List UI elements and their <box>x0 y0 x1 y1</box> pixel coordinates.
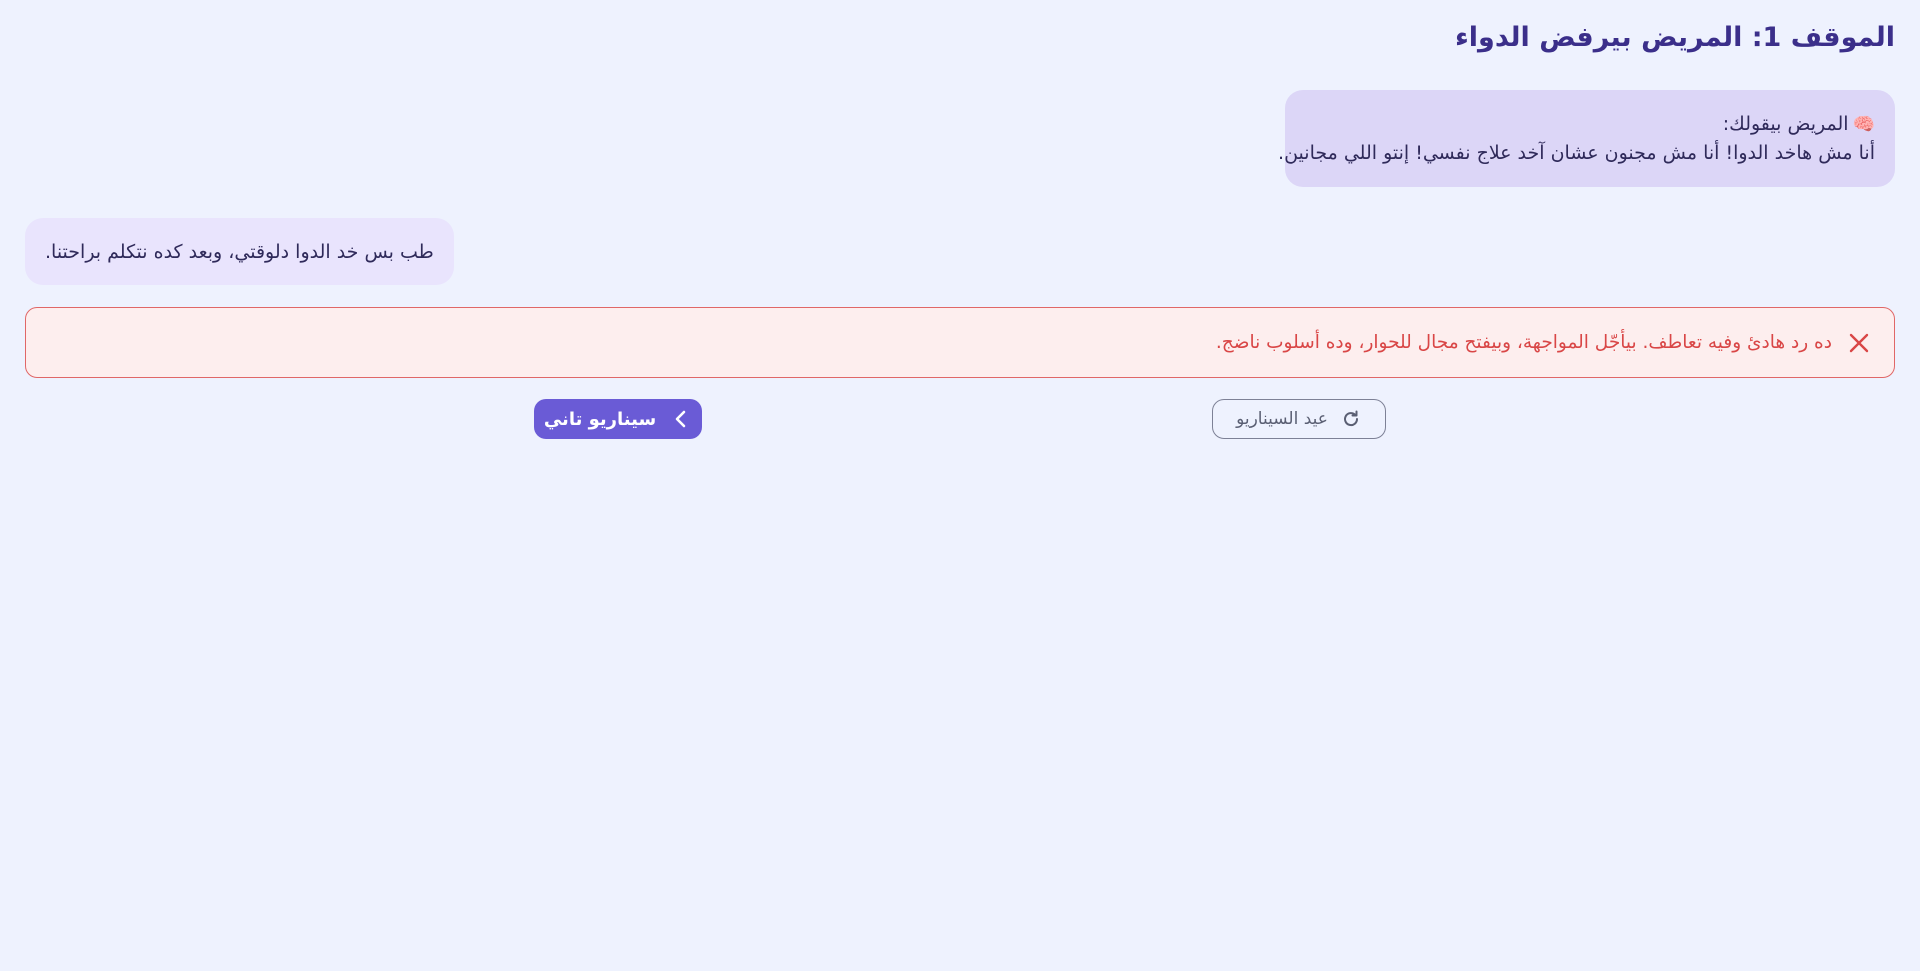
close-icon <box>1846 330 1872 356</box>
chevron-left-icon <box>670 408 692 430</box>
page-title: الموقف 1: المريض بيرفض الدواء <box>1454 22 1895 53</box>
patient-message-bubble: 🧠المريض بيقولك: أنا مش هاخد الدوا! أنا م… <box>1278 90 1895 187</box>
patient-message-header-line: 🧠المريض بيقولك: <box>1305 110 1875 139</box>
refresh-icon <box>1340 408 1362 430</box>
patient-message-text: أنا مش هاخد الدوا! أنا مش مجنون عشان آخد… <box>1278 142 1875 164</box>
feedback-alert: ده رد هادئ وفيه تعاطف. بيأجّل المواجهة، … <box>25 307 1895 378</box>
feedback-text: ده رد هادئ وفيه تعاطف. بيأجّل المواجهة، … <box>1215 332 1832 353</box>
selected-response-text: طب بس خد الدوا دلوقتي، وبعد كده نتكلم بر… <box>45 240 434 263</box>
scenario-page: الموقف 1: المريض بيرفض الدواء 🧠المريض بي… <box>0 0 1920 971</box>
selected-response-bubble: طب بس خد الدوا دلوقتي، وبعد كده نتكلم بر… <box>25 218 454 285</box>
next-scenario-button[interactable]: سيناريو تاني <box>534 399 702 439</box>
brain-icon: 🧠 <box>1852 114 1875 135</box>
retry-scenario-button[interactable]: عيد السيناريو <box>1212 399 1386 439</box>
retry-scenario-label: عيد السيناريو <box>1236 409 1328 429</box>
next-scenario-label: سيناريو تاني <box>543 408 657 430</box>
patient-message-header: المريض بيقولك: <box>1722 113 1849 135</box>
